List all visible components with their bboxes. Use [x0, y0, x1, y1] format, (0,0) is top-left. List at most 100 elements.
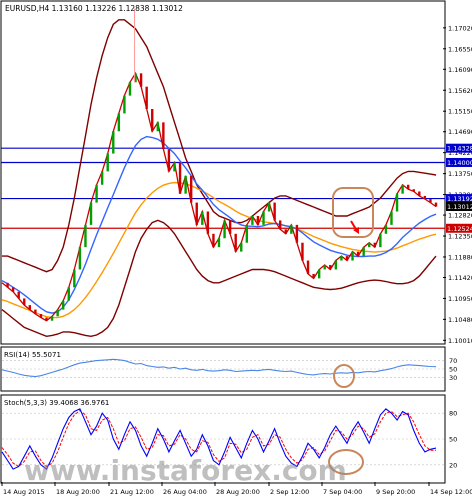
price-tick-label: 1.14690 — [448, 128, 472, 136]
candle-body — [145, 86, 148, 109]
candle-body — [156, 122, 159, 132]
stoch-tick-label: 20 — [449, 461, 457, 469]
candle-body — [95, 184, 98, 203]
candle-body — [228, 220, 232, 234]
candle-body — [167, 149, 171, 172]
price-tick-label: 1.13750 — [448, 170, 472, 178]
candle-body — [50, 316, 54, 321]
price-tick-label: 1.12350 — [448, 233, 472, 241]
rsi-tick-label: 70 — [449, 357, 457, 365]
candle-body — [345, 256, 349, 261]
level-label: 1.14328 — [447, 145, 472, 153]
rsi-label: RSI(14) 55.5071 — [4, 351, 61, 359]
candle-body — [84, 224, 87, 248]
stoch-tick-label: 50 — [449, 436, 457, 444]
time-tick-label: 9 Sep 20:00 — [376, 488, 415, 496]
time-tick-label: 14 Aug 2015 — [3, 488, 45, 496]
level-label: 1.13192 — [447, 195, 472, 203]
time-tick-label: 21 Aug 12:00 — [110, 488, 154, 496]
candle-body — [17, 291, 20, 299]
candle-body — [206, 211, 210, 234]
watermark: www.instaforex.com — [24, 454, 347, 487]
candle-body — [184, 175, 187, 194]
candle-body — [256, 215, 260, 225]
chart-canvas: 1.17020 1.16550 1.16090 1.15620 1.15150 1.146… — [0, 0, 472, 500]
candle-body — [418, 191, 421, 196]
candle-body — [406, 184, 410, 190]
candle-body — [401, 184, 404, 194]
time-tick-label: 14 Sep 12:00 — [430, 488, 472, 496]
time-tick-label: 18 Aug 20:00 — [56, 488, 100, 496]
candle-body — [340, 256, 343, 261]
rsi-tick-label: 30 — [449, 374, 457, 382]
candle-body — [390, 211, 393, 225]
candle-body — [11, 287, 15, 292]
candle-body — [73, 269, 76, 288]
candle-body — [151, 108, 154, 132]
price-tick-label: 1.15150 — [448, 108, 472, 116]
candle-body — [201, 211, 204, 225]
candle-body — [6, 282, 9, 288]
chart-title: EURUSD,H4 1.13160 1.13226 1.12838 1.1301… — [5, 4, 183, 13]
price-tick-label: 1.17020 — [448, 24, 472, 32]
level-label: 1.12524 — [447, 225, 472, 233]
candle-body — [317, 269, 321, 279]
current-price-label: 1.13012 — [447, 203, 472, 211]
candle-body — [306, 260, 310, 274]
candle-body — [295, 224, 299, 243]
rsi-tick-label: 50 — [449, 366, 457, 374]
candle-body — [56, 309, 59, 317]
candle-body — [368, 242, 371, 248]
candle-body — [162, 122, 165, 150]
candle-body — [279, 220, 282, 230]
candle-body — [112, 131, 115, 154]
candle-body — [251, 215, 254, 225]
candle-body — [234, 233, 237, 252]
candle-body — [45, 317, 48, 321]
time-tick-label: 7 Sep 04:00 — [323, 488, 362, 496]
candle-body — [356, 251, 360, 257]
candle-body — [351, 251, 354, 261]
candle-body — [28, 305, 32, 310]
stoch-label: Stoch(5,3,3) 39.4068 36.9761 — [4, 399, 109, 407]
candle-body — [106, 153, 109, 172]
price-tick-label: 1.11880 — [448, 253, 472, 261]
candle-body — [178, 162, 182, 194]
price-tick-label: 1.10480 — [448, 316, 472, 324]
candle-body — [128, 82, 132, 96]
candle-body — [212, 233, 215, 248]
candle-body — [34, 309, 37, 315]
candle-body — [139, 73, 143, 87]
candle-body — [434, 202, 438, 207]
price-tick-label: 1.10950 — [448, 295, 472, 303]
price-tick-label: 1.11420 — [448, 274, 472, 282]
candle-body — [195, 202, 198, 225]
price-tick-label: 1.10010 — [448, 337, 472, 345]
candle-body — [89, 202, 93, 225]
time-tick-label: 28 Aug 20:00 — [216, 488, 260, 496]
candle-body — [67, 287, 70, 301]
candle-body — [412, 189, 415, 192]
candle-body — [334, 260, 338, 270]
candle-body — [245, 224, 249, 243]
candle-body — [373, 242, 376, 248]
candle-body — [423, 195, 427, 200]
candle-body — [62, 300, 65, 310]
candle-body — [123, 95, 126, 114]
candle-body — [384, 224, 388, 234]
candle-body — [284, 229, 287, 234]
price-tick-label: 1.16090 — [448, 66, 472, 74]
candle-body — [312, 273, 315, 279]
candle-body — [223, 220, 226, 239]
candle-body — [189, 175, 193, 203]
candle-body — [100, 171, 104, 185]
candle-body — [262, 211, 265, 225]
candle-body — [240, 242, 243, 252]
candle-body — [273, 202, 276, 221]
candle-body — [217, 238, 221, 248]
candle-body — [117, 113, 121, 132]
candle-body — [329, 264, 332, 270]
candle-body — [23, 298, 26, 306]
candle-body — [362, 247, 365, 257]
candle-body — [78, 247, 82, 270]
